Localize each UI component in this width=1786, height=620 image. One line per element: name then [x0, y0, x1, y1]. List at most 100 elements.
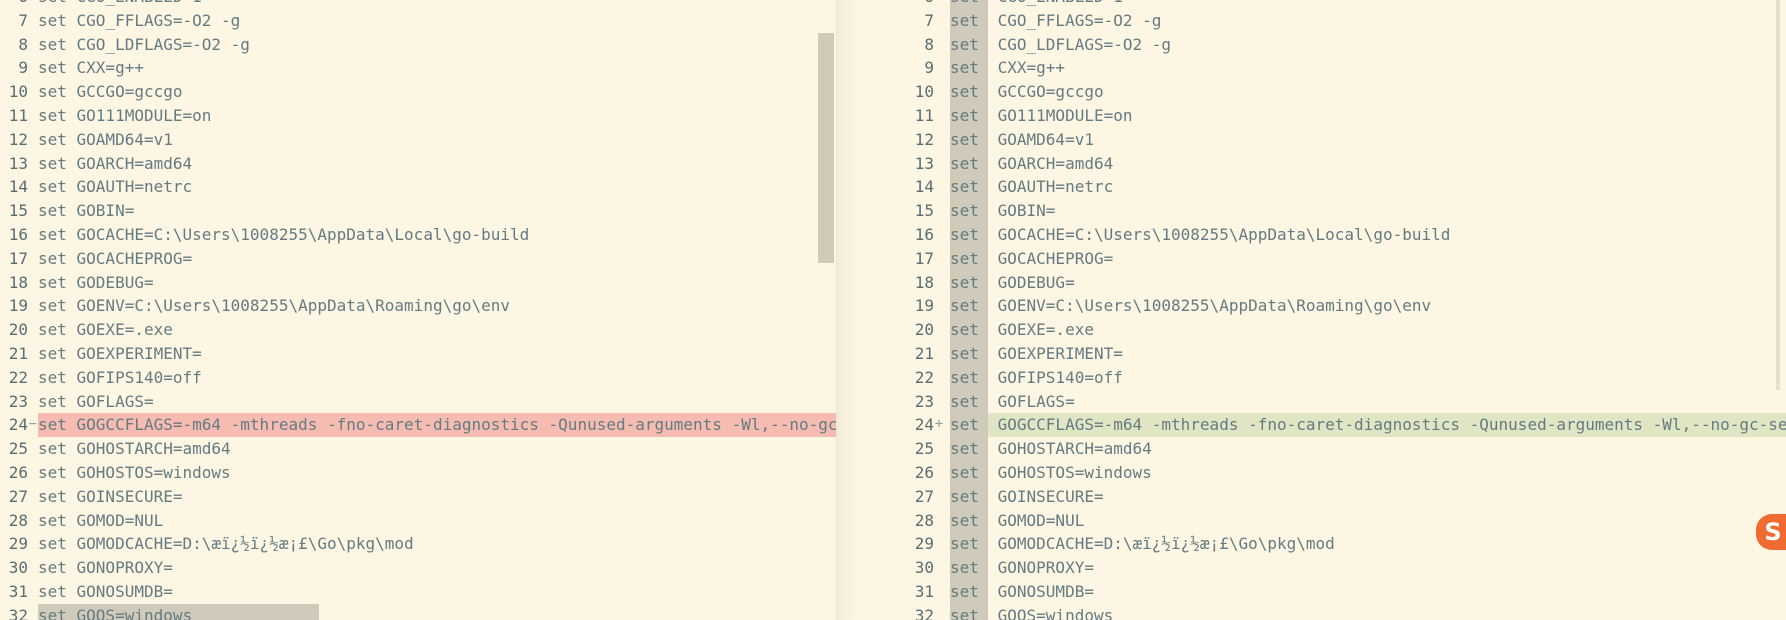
line-number: 30 [8, 558, 28, 578]
line-text: set CGO_LDFLAGS=-O2 -g [38, 34, 250, 54]
code-line[interactable]: 32 set GOOS=windows [0, 603, 836, 620]
line-text: set GOFIPS140=off [38, 367, 202, 387]
line-text: set GOINSECURE= [950, 484, 1786, 509]
code-line[interactable]: 19 set GOENV=C:\Users\1008255\AppData\Roa… [878, 294, 1786, 319]
code-line[interactable]: 22 set GOFIPS140=off [878, 365, 1786, 390]
code-line[interactable]: 8 set CGO_LDFLAGS=-O2 -g [878, 32, 1786, 57]
line-text: set GOFIPS140=off [950, 365, 1786, 390]
code-line[interactable]: 8 set CGO_LDFLAGS=-O2 -g [0, 33, 836, 57]
line-number: 26 [914, 462, 934, 482]
line-value: CGO_ENABLED=1 [988, 0, 1123, 6]
code-line[interactable]: 6 set CGO_ENABLED=1 [0, 0, 836, 9]
code-line[interactable]: 28 set GOMOD=NUL [0, 509, 836, 533]
line-text: set GONOPROXY= [950, 556, 1786, 580]
set-keyword: set [950, 532, 988, 557]
line-text: set CGO_FFLAGS=-O2 -g [950, 8, 1786, 33]
code-line[interactable]: 26 set GOHOSTOS=windows [878, 460, 1786, 485]
line-number: 32 [914, 605, 934, 620]
code-line[interactable]: 9 set CXX=g++ [878, 56, 1786, 81]
line-number: 30 [914, 558, 934, 578]
line-number: 22 [914, 367, 934, 387]
line-number: 24 [914, 415, 934, 435]
set-keyword: set [950, 246, 988, 271]
code-line[interactable]: 26 set GOHOSTOS=windows [0, 461, 836, 485]
code-line[interactable]: 29 set GOMODCACHE=D:\æï¿½ï¿½æ¡£\Go\pkg\mo… [0, 532, 836, 556]
set-keyword: set [950, 389, 988, 414]
code-line[interactable]: 15 set GOBIN= [0, 199, 836, 223]
code-line[interactable]: 21 set GOEXPERIMENT= [0, 342, 836, 366]
code-line[interactable]: 16 set GOCACHE=C:\Users\1008255\AppData\L… [0, 223, 836, 247]
code-line[interactable]: 12 set GOAMD64=v1 [878, 127, 1786, 152]
set-keyword: set [950, 80, 988, 104]
line-text: set GOARCH=amd64 [950, 151, 1786, 176]
line-number: 9 [18, 58, 28, 78]
code-line[interactable]: 13 set GOARCH=amd64 [878, 151, 1786, 176]
code-line[interactable]: 20 set GOEXE=.exe [878, 318, 1786, 342]
line-number: 7 [18, 10, 28, 30]
code-line[interactable]: 31 set GONOSUMDB= [0, 580, 836, 604]
code-line[interactable]: 25 set GOHOSTARCH=amd64 [0, 437, 836, 461]
code-line[interactable]: 24 + set GOGCCFLAGS=-m64 -mthreads -fno-ca… [878, 413, 1786, 438]
code-line[interactable]: 16 set GOCACHE=C:\Users\1008255\AppData\L… [878, 222, 1786, 247]
code-line[interactable]: 10 set GCCGO=gccgo [878, 80, 1786, 104]
code-line[interactable]: 12 set GOAMD64=v1 [0, 128, 836, 152]
line-text: set GOHOSTOS=windows [950, 460, 1786, 485]
code-line[interactable]: 27 set GOINSECURE= [0, 485, 836, 509]
code-line[interactable]: 28 set GOMOD=NUL [878, 508, 1786, 533]
code-line[interactable]: 21 set GOEXPERIMENT= [878, 341, 1786, 366]
line-text: set GOCACHEPROG= [38, 248, 193, 268]
code-line[interactable]: 32 set GOOS=windows [878, 603, 1786, 620]
code-line[interactable]: 23 set GOFLAGS= [878, 389, 1786, 414]
code-line[interactable]: 30 set GONOPROXY= [0, 556, 836, 580]
code-line[interactable]: 7 set CGO_FFLAGS=-O2 -g [878, 8, 1786, 33]
line-number: 26 [8, 462, 28, 482]
line-number: 20 [8, 320, 28, 340]
line-text: set GOENV=C:\Users\1008255\AppData\Roami… [950, 294, 1786, 319]
code-line[interactable]: 30 set GONOPROXY= [878, 556, 1786, 580]
left-diff-pane[interactable]: 6 set CGO_ENABLED=1 7 set CGO_FFLAGS=-O2 -g… [0, 0, 836, 620]
code-line[interactable]: 11 set GO111MODULE=on [0, 104, 836, 128]
line-number: 6 [0, 0, 28, 9]
line-text: set CGO_ENABLED=1 [38, 0, 836, 9]
right-scrollbar[interactable] [1776, 0, 1780, 390]
code-line[interactable]: 25 set GOHOSTARCH=amd64 [878, 437, 1786, 461]
code-line[interactable]: 29 set GOMODCACHE=D:\æï¿½ï¿½æ¡£\Go\pkg\mo… [878, 532, 1786, 557]
code-line[interactable]: 14 set GOAUTH=netrc [0, 175, 836, 199]
code-line[interactable]: 13 set GOARCH=amd64 [0, 152, 836, 176]
code-line[interactable]: 18 set GODEBUG= [878, 270, 1786, 295]
code-line[interactable]: 10 set GCCGO=gccgo [0, 80, 836, 104]
right-diff-pane[interactable]: 6 set CGO_ENABLED=1 7 set CGO_FFLAGS=-O2 -g… [878, 0, 1786, 620]
code-line[interactable]: 6 set CGO_ENABLED=1 [878, 0, 1786, 9]
code-line[interactable]: 31 set GONOSUMDB= [878, 579, 1786, 604]
line-text: set GCCGO=gccgo [950, 80, 1786, 104]
left-scrollbar-thumb[interactable] [818, 33, 834, 263]
code-line[interactable]: 11 set GO111MODULE=on [878, 103, 1786, 128]
line-text: set GO111MODULE=on [38, 105, 212, 125]
code-line[interactable]: 23 set GOFLAGS= [0, 390, 836, 414]
code-line[interactable]: 18 set GODEBUG= [0, 271, 836, 295]
code-line[interactable]: 15 set GOBIN= [878, 199, 1786, 223]
pane-divider[interactable] [836, 0, 879, 620]
line-number: 28 [914, 510, 934, 530]
code-line[interactable]: 17 set GOCACHEPROG= [878, 246, 1786, 271]
line-text: set GOEXE=.exe [38, 320, 173, 340]
code-line[interactable]: 27 set GOINSECURE= [878, 484, 1786, 509]
line-number: 15 [8, 201, 28, 221]
code-line[interactable]: 24− set GOGCCFLAGS=-m64 -mthreads -fno-ca… [0, 413, 836, 438]
code-line[interactable]: 9 set CXX=g++ [0, 56, 836, 80]
line-value: GCCGO=gccgo [988, 82, 1104, 102]
right-code-lines: 6 set CGO_ENABLED=1 7 set CGO_FFLAGS=-O2 -g… [878, 0, 1786, 620]
code-line[interactable]: 14 set GOAUTH=netrc [878, 175, 1786, 200]
line-number: 16 [8, 224, 28, 244]
line-text: set GO111MODULE=on [950, 103, 1786, 128]
sogou-ime-icon[interactable]: S [1756, 514, 1786, 550]
code-line[interactable]: 22 set GOFIPS140=off [0, 366, 836, 390]
code-line[interactable]: 17 set GOCACHEPROG= [0, 247, 836, 271]
line-text: set GOINSECURE= [38, 486, 183, 506]
set-keyword: set [950, 103, 988, 128]
code-line[interactable]: 19 set GOENV=C:\Users\1008255\AppData\Roa… [0, 294, 836, 318]
line-number: 18 [914, 272, 934, 292]
code-line[interactable]: 7 set CGO_FFLAGS=-O2 -g [0, 9, 836, 33]
line-text: set GOEXPERIMENT= [38, 343, 202, 363]
code-line[interactable]: 20 set GOEXE=.exe [0, 318, 836, 342]
